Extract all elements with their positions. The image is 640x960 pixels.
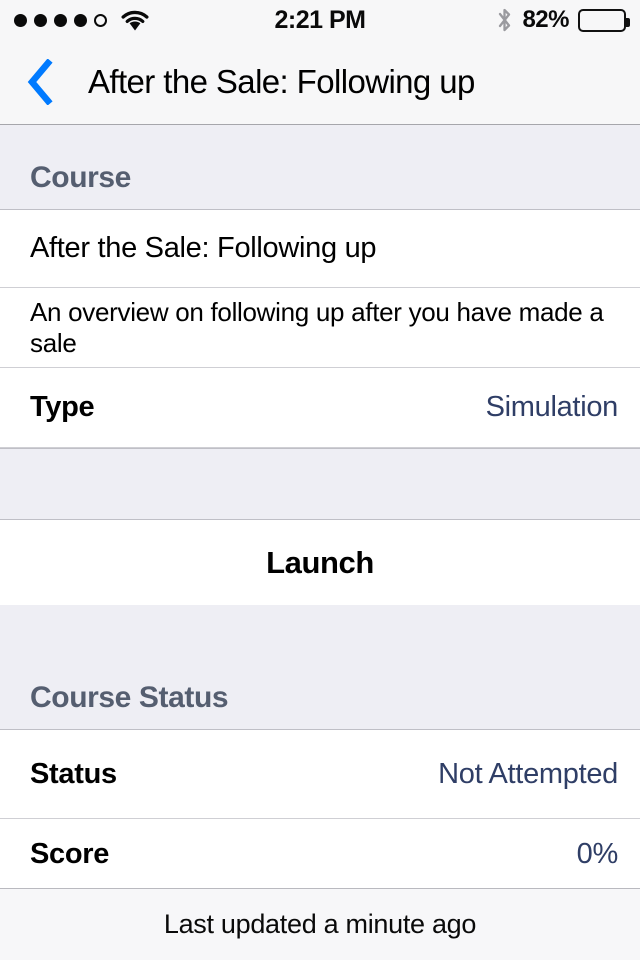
course-status-value: Not Attempted	[438, 757, 618, 790]
course-score-value: 0%	[576, 838, 619, 870]
footer-toolbar: Last updated a minute ago	[0, 888, 640, 960]
back-button[interactable]	[14, 40, 66, 124]
navigation-bar: After the Sale: Following up	[0, 40, 640, 125]
battery-percentage: 82%	[522, 6, 569, 33]
section-header-course: Course	[0, 125, 640, 210]
bluetooth-icon	[499, 8, 511, 32]
last-updated-text: Last updated a minute ago	[163, 909, 477, 939]
battery-icon	[578, 8, 630, 32]
status-bar-right: 82%	[496, 0, 630, 40]
course-type-label: Type	[30, 391, 95, 423]
status-bar: 2:21 PM 82%	[0, 0, 640, 40]
course-type-row[interactable]: Type Simulation	[0, 368, 640, 448]
course-status-label: Status	[30, 757, 117, 790]
launch-button[interactable]: Launch	[0, 520, 640, 605]
course-type-value: Simulation	[485, 391, 619, 423]
app-screen: 2:21 PM 82% After the Sale: Following up…	[0, 0, 640, 960]
launch-button-label: Launch	[266, 544, 374, 580]
course-description-text: An overview on following up after you ha…	[30, 296, 604, 358]
course-score-label: Score	[30, 838, 110, 870]
section-header-course-status: Course Status	[0, 605, 640, 730]
chevron-left-icon	[27, 59, 53, 105]
course-status-row[interactable]: Status Not Attempted	[0, 730, 640, 819]
course-title-row[interactable]: After the Sale: Following up	[0, 210, 640, 288]
course-description-row[interactable]: An overview on following up after you ha…	[0, 288, 640, 368]
page-title: After the Sale: Following up	[88, 63, 475, 100]
course-title-text: After the Sale: Following up	[30, 232, 377, 264]
course-score-row[interactable]: Score 0%	[0, 819, 640, 891]
section-spacer	[0, 448, 640, 520]
